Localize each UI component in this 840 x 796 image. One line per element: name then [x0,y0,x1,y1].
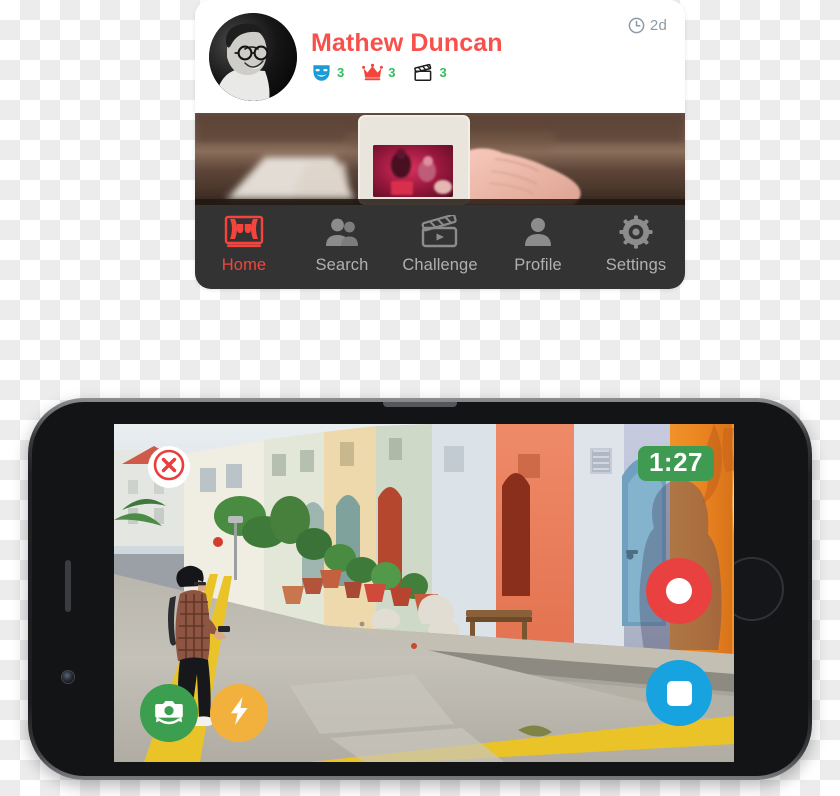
stats-row: 3 3 3 [311,63,503,82]
record-button[interactable] [646,558,712,624]
time-ago-text: 2d [649,17,667,34]
crown-icon [362,63,384,82]
stat-value: 3 [439,65,447,80]
nav-item-settings[interactable]: Settings [587,213,685,275]
flash-button[interactable] [210,684,268,742]
profile-card: Mathew Duncan 3 3 3 2d Home Search Chall… [195,0,685,289]
nav-label: Settings [605,256,667,274]
theater-mask-icon [311,63,332,82]
person-icon [518,213,558,251]
earpiece-speaker [65,560,71,612]
theater-stage-icon [224,213,264,251]
gear-icon [618,213,654,251]
phone-top-notch [383,402,457,407]
flash-bolt-icon [226,695,252,732]
post-banner-image[interactable] [195,113,685,205]
profile-card-header: Mathew Duncan 3 3 3 2d [195,0,685,113]
bottom-navigation: Home Search Challenge Profile Settings [195,205,685,289]
stat-value: 3 [388,65,396,80]
time-ago-chip: 2d [628,17,667,34]
front-camera-lens [61,670,75,684]
stat-theater-masks[interactable]: 3 [311,63,344,82]
nav-item-challenge[interactable]: Challenge [391,213,489,275]
avatar[interactable] [209,12,297,101]
stop-button[interactable] [646,660,712,726]
user-name: Mathew Duncan [311,29,503,57]
profile-meta: Mathew Duncan 3 3 3 [311,31,503,82]
clock-icon [628,17,645,34]
recording-timer: 1:27 [637,446,714,482]
nav-label: Profile [514,256,562,274]
people-icon [322,213,362,251]
phone-body: 1:27 [32,402,808,776]
stat-value: 3 [337,65,345,80]
record-circle-icon [666,578,692,604]
clapperboard-play-icon [419,213,461,251]
phone-device: 1:27 [28,398,812,780]
camera-flip-icon [153,696,185,731]
nav-item-search[interactable]: Search [293,213,391,275]
flip-camera-button[interactable] [140,684,198,742]
stat-crown[interactable]: 3 [362,63,395,82]
stop-square-icon [666,680,692,706]
nav-label: Challenge [402,256,478,274]
nav-item-home[interactable]: Home [195,213,293,275]
close-button[interactable] [148,446,190,488]
nav-label: Home [221,256,267,274]
nav-label: Search [315,256,369,274]
clapperboard-icon [413,63,434,82]
phone-screen: 1:27 [114,424,734,762]
stat-clapperboard[interactable]: 3 [413,63,447,82]
close-x-icon [152,448,186,487]
nav-item-profile[interactable]: Profile [489,213,587,275]
